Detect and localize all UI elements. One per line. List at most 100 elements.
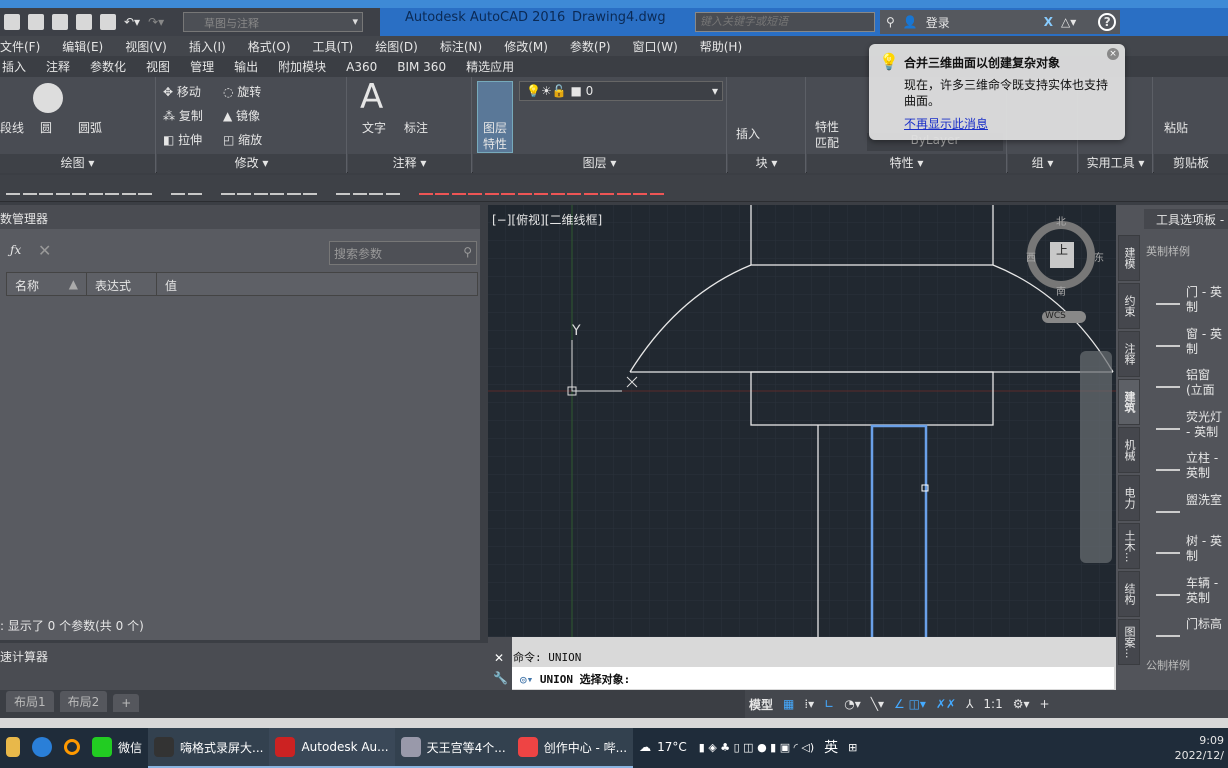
tool-item[interactable]: 立柱 - 英制: [1186, 451, 1228, 481]
dont-show-again-link[interactable]: 不再显示此消息: [904, 115, 988, 132]
layout-tab[interactable]: 布局1: [6, 691, 54, 712]
workspace-dropdown[interactable]: 草图与注释 ▾: [183, 12, 363, 32]
taskbar-item[interactable]: 嗨格式录屏大...: [148, 728, 270, 768]
menu-item[interactable]: 修改(M): [504, 38, 548, 55]
menu-item[interactable]: 绘图(D): [375, 38, 418, 55]
menu-item[interactable]: 工具(T): [313, 38, 354, 55]
circle-icon[interactable]: [33, 83, 63, 113]
snap-icon[interactable]: ⁞▾: [804, 697, 814, 711]
menu-item[interactable]: 编辑(E): [62, 38, 103, 55]
toolbar-icon[interactable]: [303, 181, 317, 195]
scale-button[interactable]: ◰ 缩放: [223, 131, 262, 148]
toolbar-icon[interactable]: [385, 181, 400, 195]
toolbar-icon[interactable]: [435, 181, 449, 195]
grid-icon[interactable]: ▦: [783, 697, 794, 711]
rotate-button[interactable]: ◌ 旋转: [223, 83, 261, 100]
isodraft-icon[interactable]: ∠ ◫▾: [894, 697, 926, 711]
toolbar-icon[interactable]: [418, 181, 433, 195]
toolbar-icon[interactable]: [22, 181, 37, 195]
tool-icon[interactable]: [1156, 449, 1180, 471]
tool-icon[interactable]: [1156, 408, 1180, 430]
polyline-button[interactable]: 段线: [0, 119, 24, 136]
exchange-icon[interactable]: X: [1044, 15, 1053, 29]
command-input[interactable]: ◎▾ UNION 选择对象:: [512, 667, 1114, 689]
viewport-controls[interactable]: [−][俯视][二维线框]: [492, 211, 602, 228]
palette-tab[interactable]: 土木...: [1118, 523, 1140, 569]
parameter-search-input[interactable]: 搜索参数 ⚲: [329, 241, 477, 265]
tool-item[interactable]: 车辆 - 英制: [1186, 576, 1228, 606]
taskbar-item[interactable]: Autodesk Au...: [269, 728, 395, 768]
toolbar-icon[interactable]: [484, 181, 499, 195]
close-icon[interactable]: ×: [1107, 48, 1119, 60]
ime-icon[interactable]: ⊞: [848, 741, 857, 754]
column-expression[interactable]: 表达式: [87, 273, 157, 295]
polar-icon[interactable]: ◔▾: [844, 697, 861, 711]
close-icon[interactable]: ✕: [494, 651, 504, 665]
toolbar-icon[interactable]: [567, 181, 581, 195]
toolbar-icon[interactable]: [138, 181, 152, 195]
ribbon-tab[interactable]: 注释: [46, 58, 70, 75]
menu-item[interactable]: 视图(V): [125, 38, 167, 55]
tool-item[interactable]: 门标高: [1186, 617, 1228, 632]
menu-item[interactable]: 参数(P): [570, 38, 611, 55]
osnap-icon[interactable]: ╲▾: [871, 697, 884, 711]
wrench-icon[interactable]: 🔧: [493, 671, 508, 685]
toolbar-icon[interactable]: [600, 181, 614, 195]
gear-icon[interactable]: ⚙▾: [1013, 697, 1030, 711]
annotation-panel-title[interactable]: 注释 ▾: [348, 154, 471, 173]
toolbar-icon[interactable]: [352, 181, 367, 195]
ribbon-tab[interactable]: A360: [346, 60, 377, 74]
app-icon-button[interactable]: [26, 728, 58, 768]
ribbon-tab[interactable]: 视图: [146, 58, 170, 75]
ribbon-tab[interactable]: 附加模块: [278, 58, 326, 75]
toolbar-icon[interactable]: [286, 181, 301, 195]
toolbar-icon[interactable]: [451, 181, 466, 195]
palette-tab[interactable]: 结构: [1118, 571, 1140, 617]
toolbar-icon[interactable]: [72, 181, 86, 195]
tool-item[interactable]: 铝窗 (立面图) - 英制: [1186, 368, 1228, 398]
tool-item[interactable]: 荧光灯 - 英制: [1186, 410, 1228, 440]
tool-item[interactable]: 门 - 英制: [1186, 285, 1228, 315]
new-parameter-icon[interactable]: ƒx: [10, 243, 21, 257]
toolbar-icon[interactable]: [270, 181, 284, 195]
mirror-button[interactable]: ▲ 镜像: [223, 107, 260, 124]
menu-item[interactable]: 插入(I): [189, 38, 226, 55]
palette-tab[interactable]: 图案...: [1118, 619, 1140, 665]
help-icon[interactable]: ?: [1098, 13, 1117, 31]
toolbar-icon[interactable]: [187, 181, 202, 195]
tool-item[interactable]: 窗 - 英制: [1186, 327, 1228, 357]
taskbar-item[interactable]: 创作中心 - 哔...: [511, 728, 634, 768]
menu-item[interactable]: 标注(N): [440, 38, 482, 55]
block-panel-title[interactable]: 块 ▾: [728, 154, 805, 173]
ribbon-tab[interactable]: 精选应用: [466, 58, 514, 75]
ribbon-tab[interactable]: BIM 360: [397, 60, 446, 74]
toolbar-icon[interactable]: [550, 181, 565, 195]
clock[interactable]: 9:09 2022/12/: [1175, 733, 1228, 763]
drawing-canvas[interactable]: Y [−][俯视][二维线框] 上 北 南 东 西 WCS: [488, 205, 1116, 637]
taskbar-item[interactable]: 天王宫等4个...: [394, 728, 512, 768]
column-value[interactable]: 值: [157, 273, 185, 295]
palette-tab[interactable]: 建模: [1118, 235, 1140, 281]
tool-icon[interactable]: [1156, 283, 1180, 305]
ime-indicator[interactable]: 英: [824, 737, 838, 757]
binoculars-icon[interactable]: ⚲: [886, 15, 895, 29]
help-search-input[interactable]: [695, 12, 875, 32]
menu-item[interactable]: 帮助(H): [700, 38, 742, 55]
tray-icons[interactable]: ▮ ◈ ♣ ▯ ◫ ● ▮ ▣ ◜ ◁): [699, 741, 814, 754]
toolbar-icon[interactable]: [121, 181, 136, 195]
signin-button[interactable]: 登录: [926, 14, 1036, 31]
utilities-panel-title[interactable]: 实用工具 ▾: [1079, 154, 1152, 173]
undo-icon[interactable]: ↶▾: [124, 15, 140, 29]
plus-icon[interactable]: +: [1040, 697, 1050, 711]
compass-north[interactable]: 北: [1056, 213, 1066, 228]
compass-south[interactable]: 南: [1056, 283, 1066, 298]
toolbar-icon[interactable]: [517, 181, 532, 195]
move-button[interactable]: ✥ 移动: [163, 83, 201, 100]
tool-icon[interactable]: [1156, 491, 1180, 513]
new-icon[interactable]: [4, 14, 20, 30]
delete-icon[interactable]: ✕: [38, 241, 51, 260]
toolbar-icon[interactable]: [583, 181, 598, 195]
menu-item[interactable]: 格式(O): [248, 38, 291, 55]
open-icon[interactable]: [28, 14, 44, 30]
toolbar-icon[interactable]: [649, 181, 664, 195]
